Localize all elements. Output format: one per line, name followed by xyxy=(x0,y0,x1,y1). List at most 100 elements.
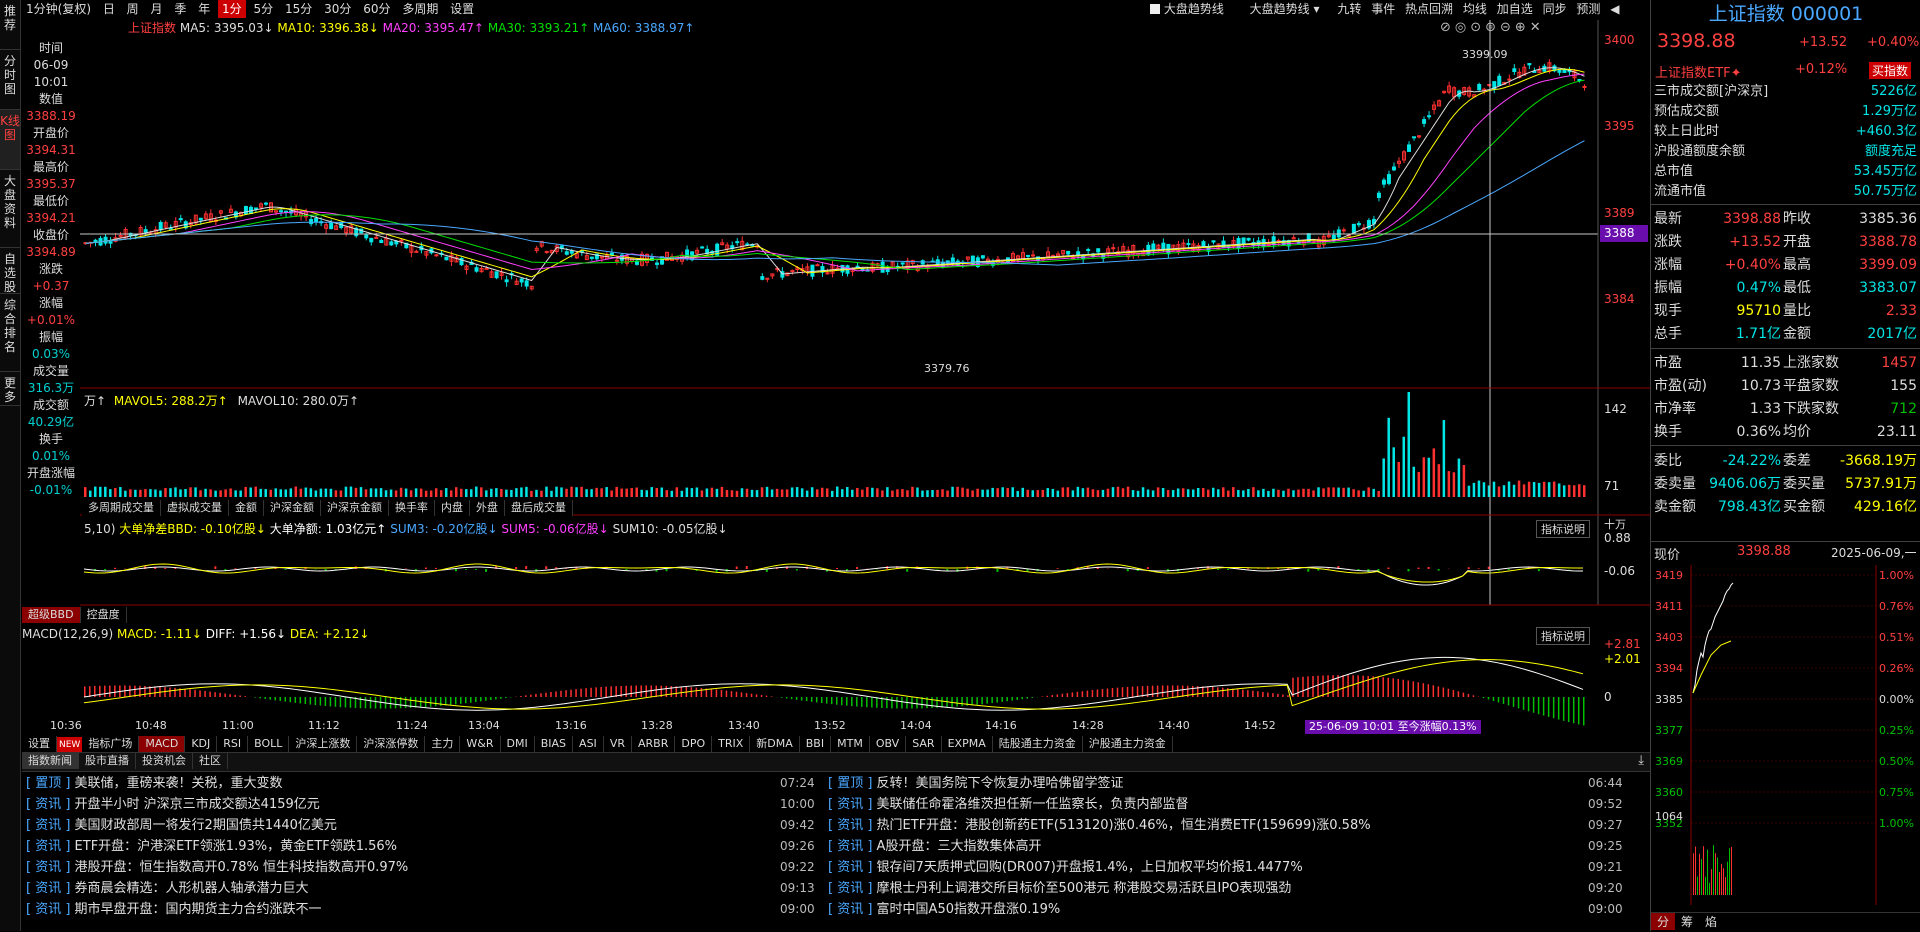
macd-bar xyxy=(244,696,246,697)
ind-tab[interactable]: BBI xyxy=(800,736,831,752)
macd-bar xyxy=(1448,689,1450,697)
volume-bar xyxy=(926,490,929,497)
etf-link[interactable]: 上证指数ETF✦ xyxy=(1655,62,1742,81)
news-item[interactable]: [ 资讯 ] A股开盘：三大指数集体高开 xyxy=(828,837,1041,856)
news-time: 09:21 xyxy=(1588,860,1623,874)
high-annotation: 3399.09 xyxy=(1462,48,1508,61)
bbd-bar xyxy=(565,568,567,569)
news-tag: [ 资讯 ] xyxy=(26,818,75,833)
vol-tab[interactable]: 盘后成交量 xyxy=(505,500,573,516)
volume-bar xyxy=(164,488,167,497)
quote-label: 市盈(动) xyxy=(1654,375,1707,397)
ind-tab[interactable]: 陆股通主力资金 xyxy=(993,736,1083,752)
volume-bar xyxy=(615,487,618,497)
news-item[interactable]: [ 资讯 ] 券商晨会精选：人形机器人轴承潜力巨大 xyxy=(26,879,309,898)
news-item[interactable]: [ 资讯 ] ETF开盘：沪港深ETF领涨1.93%，黄金ETF领跌1.56% xyxy=(26,837,397,856)
vol-tab[interactable]: 外盘 xyxy=(470,500,505,516)
ind-tab[interactable]: TRIX xyxy=(712,736,750,752)
news-item[interactable]: [ 资讯 ] 开盘半小时 沪深京三市成交额达4159亿元 xyxy=(26,795,320,814)
bbd-indicator-help-button[interactable]: 指标说明 xyxy=(1536,520,1590,538)
macd-bar xyxy=(535,694,537,697)
volume-bar xyxy=(305,488,308,497)
macd-indicator-help-button[interactable]: 指标说明 xyxy=(1536,627,1590,645)
candle-body xyxy=(1528,64,1531,65)
news-tab-community[interactable]: 社区 xyxy=(193,753,228,769)
news-item[interactable]: [ 资讯 ] 富时中国A50指数开盘涨0.19% xyxy=(828,900,1060,919)
news-item[interactable]: [ 资讯 ] 银存间7天质押式回购(DR007)开盘报1.4%，上日加权平均价报… xyxy=(828,858,1303,877)
quote-panel: 上证指数 000001 3398.88 +13.52 +0.40% 上证指数ET… xyxy=(1650,0,1920,931)
mini-tab-flame[interactable]: 焰 xyxy=(1699,913,1723,930)
vol-tab[interactable]: 换手率 xyxy=(389,500,435,516)
volume-bar xyxy=(686,488,689,497)
vol-tab[interactable]: 金额 xyxy=(229,500,264,516)
tab-control[interactable]: 控盘度 xyxy=(81,607,127,623)
vol-unit: 万 xyxy=(84,394,96,408)
ind-tab[interactable]: 主力 xyxy=(425,736,460,752)
volume-bar xyxy=(1382,458,1385,497)
volume-bar xyxy=(1538,483,1541,497)
buy-index-button[interactable]: 买指数 xyxy=(1869,62,1911,79)
ind-tab[interactable]: BOLL xyxy=(248,736,289,752)
volume-bar xyxy=(1021,488,1024,497)
ind-tab[interactable]: 新DMA xyxy=(750,736,800,752)
ind-tab[interactable]: OBV xyxy=(870,736,906,752)
news-item[interactable]: [ 资讯 ] 摩根士丹利上调港交所目标价至500港元 称港股交易活跃且IPO表现… xyxy=(828,879,1291,898)
mini-tab-chip[interactable]: 筹 xyxy=(1675,913,1699,930)
mini-price-tick: 3403 xyxy=(1655,631,1683,644)
ind-tab[interactable]: MTM xyxy=(831,736,870,752)
quote-label: 金额 xyxy=(1783,323,1811,345)
news-item[interactable]: [ 资讯 ] 港股开盘：恒生指数高开0.78% 恒生科技指数高开0.97% xyxy=(26,858,408,877)
news-item[interactable]: [ 资讯 ] 美国财政部周一将发行2期国债共1440亿美元 xyxy=(26,816,337,835)
macd-bar xyxy=(696,688,698,697)
candle-body xyxy=(380,240,383,242)
ind-tab[interactable]: BIAS xyxy=(535,736,573,752)
volume-bar xyxy=(846,487,849,497)
vol-tab[interactable]: 内盘 xyxy=(435,500,470,516)
ind-tab[interactable]: SAR xyxy=(906,736,941,752)
news-title: 期市早盘开盘：国内期货主力合约涨跌不一 xyxy=(75,902,322,917)
volume-bar xyxy=(851,490,854,497)
news-tab-index[interactable]: 指数新闻 xyxy=(22,753,79,769)
news-item[interactable]: [ 资讯 ] 期市早盘开盘：国内期货主力合约涨跌不一 xyxy=(26,900,322,919)
tab-super-bbd[interactable]: 超级BBD xyxy=(22,607,81,623)
news-item[interactable]: [ 置顶 ] 美联储，重磅来袭！关税，重大变数 xyxy=(26,774,283,793)
news-item[interactable]: [ 置顶 ] 反转！美国务院下令恢复办理哈佛留学签证 xyxy=(828,774,1124,793)
news-tab-live[interactable]: 股市直播 xyxy=(79,753,136,769)
ind-tab[interactable]: 沪深上涨数 xyxy=(289,736,357,752)
quote-label: 涨幅 xyxy=(1654,254,1682,276)
ind-tab[interactable]: RSI xyxy=(217,736,248,752)
news-item[interactable]: [ 资讯 ] 美联储任命霍洛维茨担任新一任监察长，负责内部监督 xyxy=(828,795,1189,814)
ind-tab[interactable]: 沪深涨停数 xyxy=(357,736,425,752)
vol-tick: 142 xyxy=(1604,402,1627,416)
ind-tab-macd[interactable]: MACD xyxy=(139,736,185,752)
volume-bar xyxy=(199,490,202,497)
macd-bar xyxy=(445,697,447,705)
vol-tab[interactable]: 多周期成交量 xyxy=(82,500,161,516)
volume-bar xyxy=(595,488,598,497)
mini-tab-time[interactable]: 分 xyxy=(1651,913,1675,930)
ind-tab[interactable]: DMI xyxy=(501,736,535,752)
volume-bar xyxy=(159,490,162,497)
ind-tab[interactable]: 沪股通主力资金 xyxy=(1083,736,1173,752)
mini-volume-bar xyxy=(1725,877,1726,895)
ind-tab[interactable]: VR xyxy=(604,736,632,752)
ind-tab[interactable]: ASI xyxy=(573,736,604,752)
news-time: 09:00 xyxy=(780,902,815,916)
quote-row: 涨跌+13.52开盘3388.78 xyxy=(1651,231,1920,253)
mini-timeshare-chart[interactable]: 3419341134033394338533773369336033521064… xyxy=(1651,565,1920,910)
ind-tab[interactable]: W&R xyxy=(460,736,500,752)
download-icon[interactable]: ⤓ xyxy=(1638,753,1644,768)
ind-tab-settings[interactable]: 设置 xyxy=(22,736,57,752)
ind-tab-square[interactable]: 指标广场 xyxy=(82,736,139,752)
vol-tab[interactable]: 沪深京金额 xyxy=(321,500,389,516)
news-tag: [ 资讯 ] xyxy=(26,839,75,854)
news-tab-opportunity[interactable]: 投资机会 xyxy=(136,753,193,769)
ind-tab[interactable]: ARBR xyxy=(632,736,675,752)
ind-tab[interactable]: KDJ xyxy=(185,736,217,752)
ind-tab[interactable]: EXPMA xyxy=(942,736,993,752)
vol-tab[interactable]: 虚拟成交量 xyxy=(161,500,229,516)
vol-tab[interactable]: 沪深金额 xyxy=(264,500,321,516)
ind-tab[interactable]: DPO xyxy=(675,736,712,752)
news-item[interactable]: [ 资讯 ] 热门ETF开盘：港股创新药ETF(513120)涨0.46%，恒生… xyxy=(828,816,1371,835)
volume-bar xyxy=(1032,490,1035,497)
